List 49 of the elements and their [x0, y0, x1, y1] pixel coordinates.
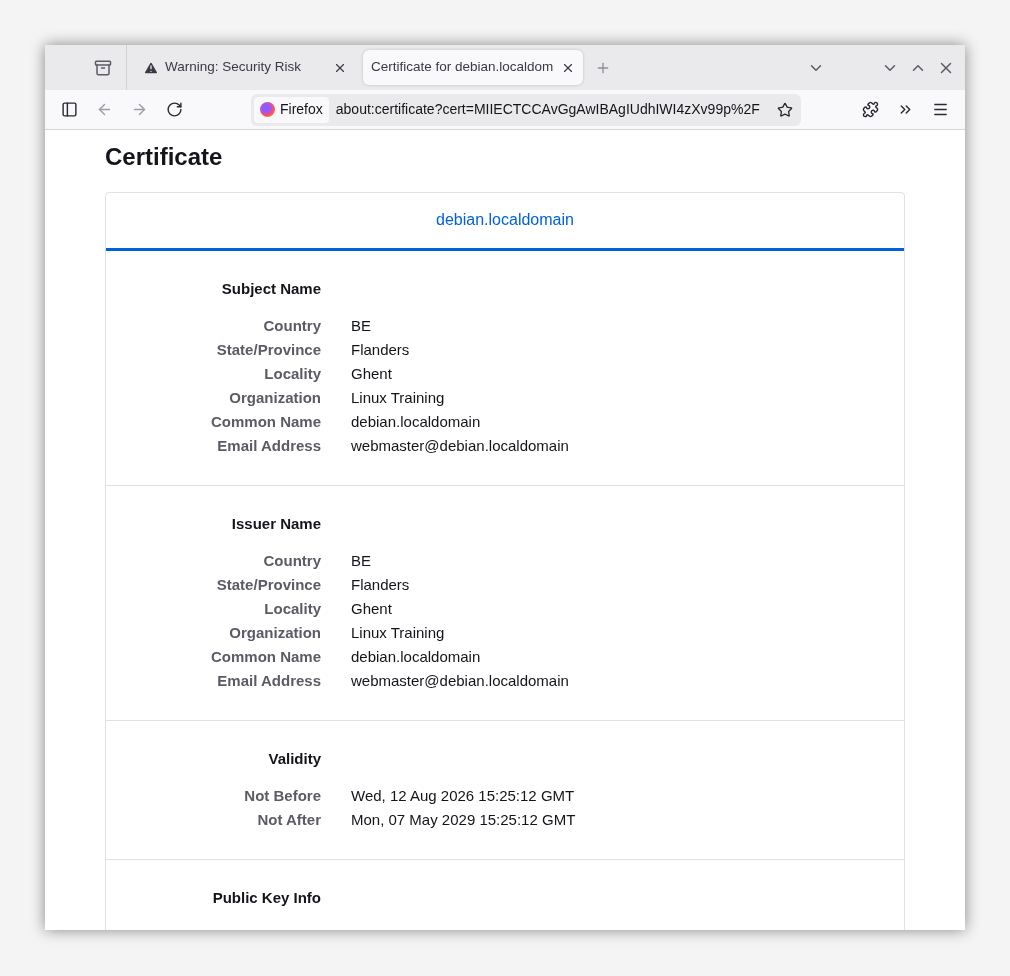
field-value: Flanders [351, 339, 410, 360]
field-label: Common Name [209, 646, 321, 667]
identity-badge[interactable]: Firefox [254, 96, 329, 123]
field-label: Common Name [209, 411, 321, 432]
field-value: Linux Training [351, 387, 445, 408]
field-value: Mon, 07 May 2029 15:25:12 GMT [351, 809, 576, 830]
reload-icon[interactable] [166, 101, 183, 118]
section-heading: Subject Name [220, 278, 321, 299]
field-label: State/Province [215, 339, 321, 360]
section-heading: Public Key Info [211, 887, 321, 908]
extensions-icon[interactable] [862, 101, 879, 118]
field-value: webmaster@debian.localdomain [351, 435, 569, 456]
section-heading: Issuer Name [230, 513, 321, 534]
tab-title: Warning: Security Risk [165, 58, 303, 77]
field-label: Organization [228, 622, 321, 643]
url-text: about:certificate?cert=MIIECTCCAvGgAwIBAgIUdhIWI4zXv99p%2F [335, 100, 761, 119]
field-value: Flanders [351, 574, 410, 595]
field-value: Ghent [351, 598, 392, 619]
tab-groups-icon[interactable] [94, 58, 112, 77]
bookmark-star-icon[interactable] [777, 101, 793, 118]
section-heading: Validity [267, 748, 321, 769]
browser-tab[interactable]: Warning: Security Risk [135, 50, 355, 85]
field-label: Email Address [216, 670, 321, 691]
field-label: State/Province [215, 574, 321, 595]
sidebar-icon[interactable] [61, 101, 78, 118]
field-label: Country [262, 315, 321, 336]
menu-icon[interactable] [932, 101, 949, 118]
field-label: Email Address [216, 435, 321, 456]
warning-icon [143, 59, 159, 76]
field-value: webmaster@debian.localdomain [351, 670, 569, 691]
firefox-logo-icon [260, 102, 275, 117]
field-value: BE [351, 550, 371, 571]
page-heading: Certificate [105, 142, 224, 172]
field-value: debian.localdomain [351, 646, 481, 667]
field-label: Organization [228, 387, 321, 408]
browser-tab[interactable]: Certificate for debian.localdom [363, 50, 583, 85]
field-label: Country [262, 550, 321, 571]
certificate-tab[interactable]: debian.localdomain [436, 208, 574, 232]
address-bar[interactable]: Firefox about:certificate?cert=MIIECTCCAvGgAwIBAgIUdhIWI4zXv99p%2F [251, 93, 801, 126]
field-value: Ghent [351, 363, 392, 384]
field-value: Linux Training [351, 622, 445, 643]
field-value: debian.localdomain [351, 411, 481, 432]
field-label: Not Before [243, 785, 321, 806]
tab-title: Certificate for debian.localdom [371, 58, 555, 77]
field-value: Wed, 12 Aug 2026 15:25:12 GMT [351, 785, 575, 806]
field-label: Locality [263, 598, 321, 619]
field-value: BE [351, 315, 371, 336]
field-label: Locality [263, 363, 321, 384]
field-label: Not After [256, 809, 321, 830]
